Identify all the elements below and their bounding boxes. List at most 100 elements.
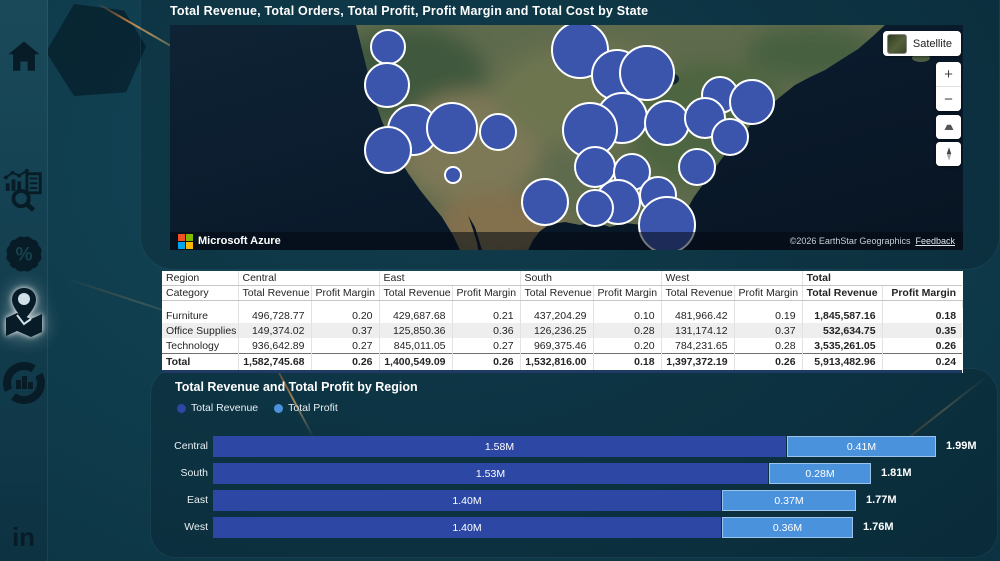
category-header-label: Category bbox=[162, 285, 239, 301]
value-cell: 0.27 bbox=[311, 338, 380, 354]
map-bubble[interactable] bbox=[729, 79, 775, 125]
revenue-bar-segment[interactable]: 1.40M bbox=[213, 517, 721, 538]
bar-category-label: West bbox=[184, 521, 208, 533]
value-cell: 481,966.42 bbox=[661, 308, 735, 323]
chart-legend: Total Revenue Total Profit bbox=[177, 402, 338, 414]
table-row: Office Supplies 149,374.02 0.37 125,850.36 0… bbox=[162, 323, 963, 338]
value-cell: 845,011.05 bbox=[379, 338, 453, 354]
legend-dot-icon bbox=[177, 403, 186, 413]
legend-label: Total Revenue bbox=[191, 402, 259, 414]
measure-header: Total Revenue bbox=[661, 285, 735, 301]
value-cell: 1,532,816.00 bbox=[520, 353, 594, 373]
revenue-bar-segment[interactable]: 1.58M bbox=[213, 436, 786, 457]
measure-header: Profit Margin bbox=[593, 285, 662, 301]
compass-control bbox=[936, 142, 961, 166]
map-bubble[interactable] bbox=[370, 29, 406, 65]
dashboard: % in Total Revenue, Total Orders, Total … bbox=[0, 0, 1000, 561]
value-cell: 1,400,549.09 bbox=[379, 353, 453, 373]
map-bubble[interactable] bbox=[364, 62, 410, 108]
pitch-control bbox=[936, 115, 961, 139]
sidebar-item-home[interactable] bbox=[0, 36, 47, 78]
value-cell: 0.35 bbox=[882, 323, 963, 338]
value-cell: 784,231.65 bbox=[661, 338, 735, 354]
legend-dot-icon bbox=[274, 403, 284, 413]
sidebar-item-map[interactable] bbox=[0, 286, 47, 338]
satellite-thumbnail-icon bbox=[886, 33, 907, 54]
bar-total-label: 1.81M bbox=[881, 467, 912, 479]
legend-item[interactable]: Total Profit bbox=[274, 402, 338, 414]
value-cell: 0.20 bbox=[311, 308, 380, 323]
measure-header: Profit Margin bbox=[882, 285, 963, 301]
map-bubble[interactable] bbox=[364, 126, 412, 174]
profit-bar-segment[interactable]: 0.37M bbox=[722, 490, 856, 511]
bar-category-label: East bbox=[186, 494, 208, 506]
satellite-style-button[interactable]: Satellite bbox=[882, 31, 961, 56]
map-bubble[interactable] bbox=[711, 118, 749, 156]
compass-button[interactable] bbox=[936, 142, 961, 166]
map-bubble[interactable] bbox=[644, 100, 690, 146]
value-cell: 0.28 bbox=[593, 323, 662, 338]
spacer-cell bbox=[882, 300, 963, 308]
map-attribution-bar: Microsoft Azure ©2026 EarthStar Geograph… bbox=[170, 232, 963, 250]
value-cell: 0.36 bbox=[452, 323, 521, 338]
measure-header: Total Revenue bbox=[520, 285, 594, 301]
value-cell: 532,634.75 bbox=[802, 323, 883, 338]
value-cell: 0.26 bbox=[452, 353, 521, 373]
map-bubble[interactable] bbox=[444, 166, 462, 184]
sidebar-item-analytics[interactable] bbox=[0, 166, 47, 212]
value-cell: 0.21 bbox=[452, 308, 521, 323]
value-cell: 131,174.12 bbox=[661, 323, 735, 338]
map-bubble[interactable] bbox=[521, 178, 569, 226]
table-row: Furniture 496,728.77 0.20 429,687.68 0.21 437… bbox=[162, 308, 962, 323]
sidebar-item-discount[interactable]: % bbox=[0, 232, 47, 276]
value-cell: 0.37 bbox=[734, 323, 803, 338]
bar-total-label: 1.76M bbox=[863, 521, 894, 533]
map-visual[interactable]: Satellite + − Microsoft Azure ©2026 Eart… bbox=[170, 25, 963, 250]
legend-item[interactable]: Total Revenue bbox=[177, 402, 258, 414]
profit-bar-segment[interactable]: 0.36M bbox=[722, 517, 853, 538]
percent-badge-icon: % bbox=[6, 236, 41, 272]
feedback-link[interactable]: Feedback bbox=[915, 236, 955, 246]
map-bubble[interactable] bbox=[619, 45, 675, 101]
profit-bar-segment[interactable]: 0.41M bbox=[787, 436, 936, 457]
bar-row: Central 1.58M 0.41M 1.99M bbox=[162, 436, 998, 457]
measure-header: Profit Margin bbox=[452, 285, 521, 301]
sidebar-item-linkedin[interactable]: in bbox=[0, 524, 47, 550]
profit-bar-segment[interactable]: 0.28M bbox=[769, 463, 871, 484]
sidebar-item-donut-report[interactable] bbox=[0, 360, 47, 406]
sidebar: % in bbox=[0, 0, 48, 561]
value-cell: 125,850.36 bbox=[379, 323, 453, 338]
compass-icon bbox=[946, 147, 951, 161]
spacer-cell bbox=[162, 300, 239, 308]
bar-category-label: South bbox=[180, 467, 208, 479]
map-bubble[interactable] bbox=[576, 189, 614, 227]
region-header: South bbox=[520, 271, 662, 286]
revenue-bar-segment[interactable]: 1.53M bbox=[213, 463, 768, 484]
measure-header: Profit Margin bbox=[734, 285, 803, 301]
revenue-bar-segment[interactable]: 1.40M bbox=[213, 490, 721, 511]
zoom-in-button[interactable]: + bbox=[936, 62, 961, 86]
map-bubble[interactable] bbox=[479, 113, 517, 151]
value-cell: 5,913,482.96 bbox=[802, 353, 883, 373]
spacer-cell bbox=[379, 300, 453, 308]
bar-row: East 1.40M 0.37M 1.77M bbox=[162, 490, 998, 511]
value-cell: 1,845,587.16 bbox=[802, 308, 883, 323]
value-cell: 936,642.89 bbox=[238, 338, 312, 354]
pitch-button[interactable] bbox=[936, 115, 961, 139]
value-cell: 1,397,372.19 bbox=[661, 353, 735, 373]
map-bubble[interactable] bbox=[678, 148, 716, 186]
map-bubble[interactable] bbox=[426, 102, 478, 154]
spacer-cell bbox=[734, 300, 803, 308]
azure-label: Microsoft Azure bbox=[198, 235, 281, 247]
spacer-cell bbox=[311, 300, 380, 308]
region-header: Total bbox=[802, 271, 963, 286]
measure-header: Profit Margin bbox=[311, 285, 380, 301]
linkedin-icon: in bbox=[11, 522, 36, 552]
zoom-out-button[interactable]: − bbox=[936, 86, 961, 111]
bar-row: West 1.40M 0.36M 1.76M bbox=[162, 517, 998, 538]
value-cell: 437,204.29 bbox=[520, 308, 594, 323]
measure-header: Total Revenue bbox=[802, 285, 883, 301]
satellite-map bbox=[170, 25, 963, 250]
value-cell: 0.18 bbox=[593, 353, 662, 373]
bar-total-label: 1.99M bbox=[946, 440, 977, 452]
